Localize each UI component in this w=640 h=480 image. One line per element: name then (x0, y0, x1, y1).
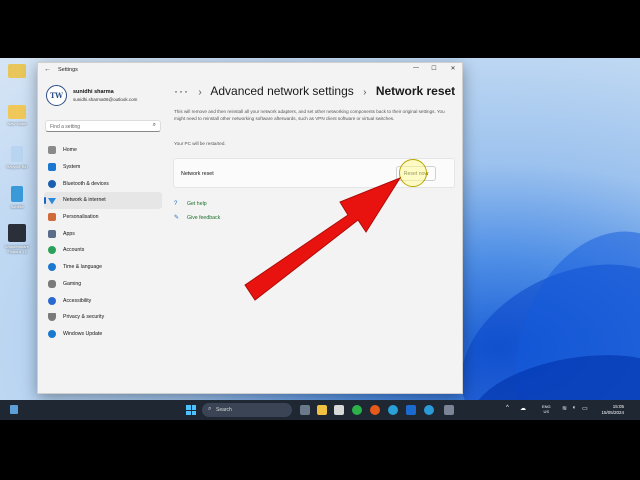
search-icon: ⌕ (208, 406, 212, 412)
taskbar-search[interactable]: ⌕ Search (202, 403, 292, 417)
whatsapp-icon[interactable] (352, 405, 362, 415)
clock[interactable]: 15:05 15/05/2024 (594, 404, 624, 416)
edge-icon[interactable] (424, 405, 434, 415)
task-view-icon[interactable] (300, 405, 310, 415)
notepad-icon[interactable] (334, 405, 344, 415)
chevron-up-icon[interactable]: ^ (506, 405, 509, 411)
taskbar-search-label: Search (216, 407, 232, 413)
telegram-icon[interactable] (388, 405, 398, 415)
widgets-icon[interactable] (10, 405, 18, 414)
cloud-icon[interactable]: ☁ (520, 405, 526, 412)
volume-icon[interactable]: ◖ (572, 405, 576, 411)
wifi-icon[interactable]: ≋ (562, 405, 567, 412)
settings-icon[interactable] (444, 405, 454, 415)
firefox-icon[interactable] (370, 405, 380, 415)
taskbar: ⌕ Search ^ ☁ ENG US ≋ ◖ ▭ 15:05 15/05/20… (0, 400, 640, 420)
clock-date: 15/05/2024 (601, 410, 624, 415)
start-button[interactable] (186, 405, 196, 415)
app-icon[interactable] (406, 405, 416, 415)
language-indicator[interactable]: ENG US (542, 404, 551, 414)
file-explorer-icon[interactable] (317, 405, 327, 415)
lang-region: US (543, 409, 550, 414)
battery-icon[interactable]: ▭ (582, 405, 588, 412)
